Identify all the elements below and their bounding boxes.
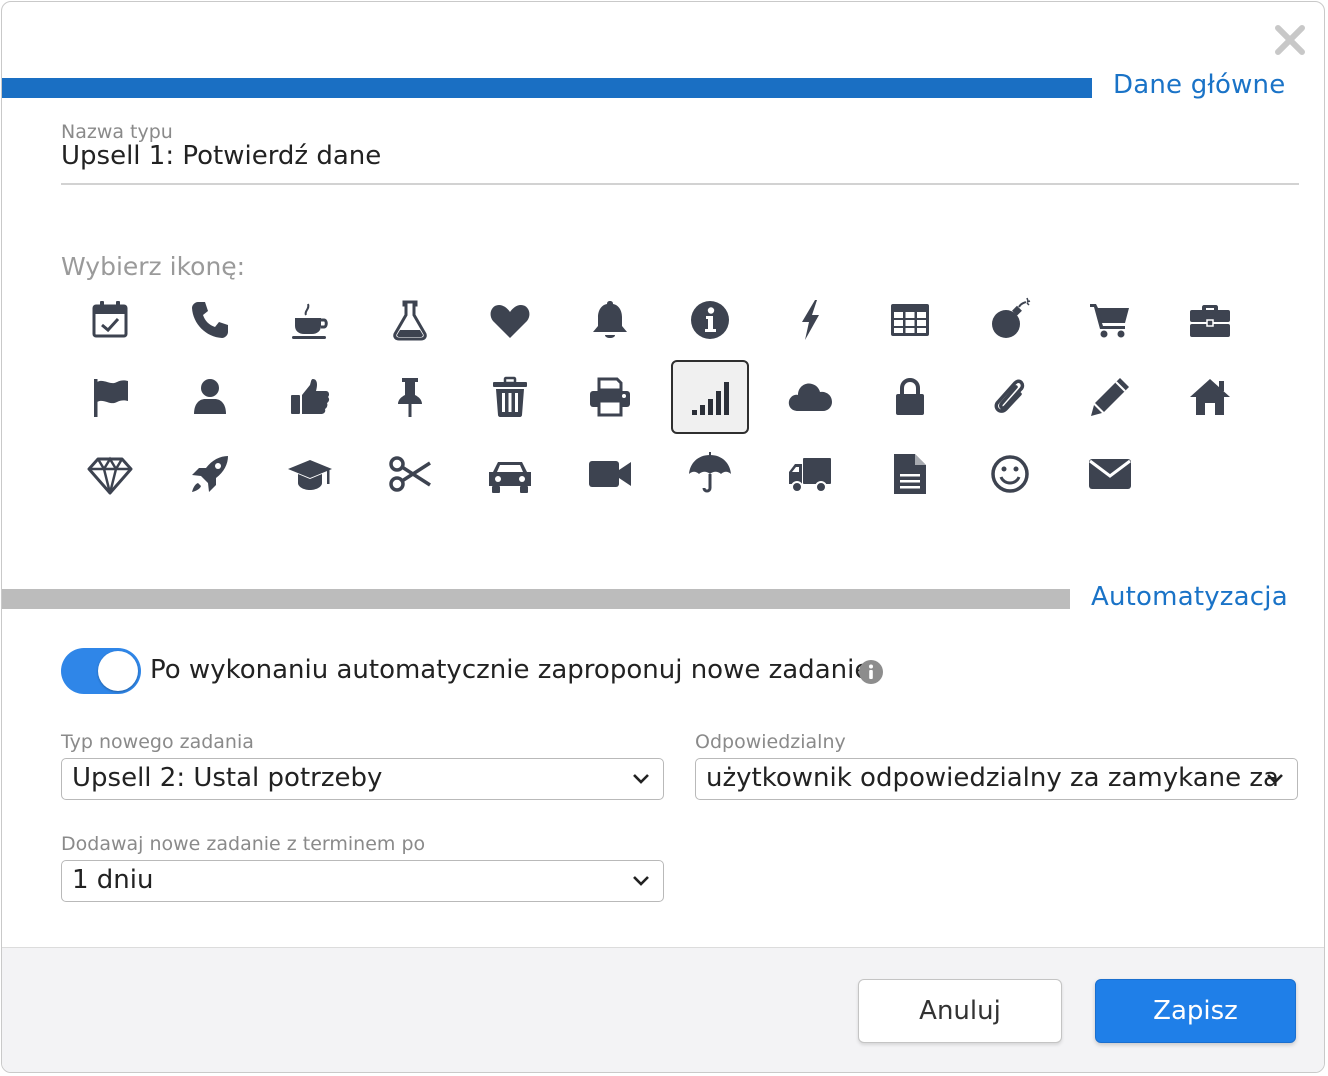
umbrella-icon xyxy=(689,452,731,493)
bolt-icon xyxy=(802,300,819,340)
home-icon xyxy=(1190,379,1230,415)
icon-option[interactable] xyxy=(771,360,849,434)
icon-option[interactable] xyxy=(671,283,749,357)
icon-option[interactable] xyxy=(971,437,1049,511)
icon-option[interactable] xyxy=(1071,437,1149,511)
due-after-value: 1 dniu xyxy=(72,865,154,895)
icon-option[interactable] xyxy=(571,360,649,434)
thumbs-up-icon xyxy=(291,379,330,414)
task-type-dialog: Dane główne Nazwa typu Upsell 1: Potwier… xyxy=(1,1,1325,1073)
new-task-type-value: Upsell 2: Ustal potrzeby xyxy=(72,763,383,793)
name-field-underline xyxy=(61,183,1299,185)
main-section-title: Dane główne xyxy=(1113,70,1286,100)
main-section-bar xyxy=(2,78,1092,98)
video-camera-icon xyxy=(589,461,631,487)
close-icon[interactable] xyxy=(1272,22,1308,58)
icon-option[interactable] xyxy=(1071,360,1149,434)
heart-icon xyxy=(490,305,530,338)
table-icon xyxy=(891,304,929,336)
bomb-icon xyxy=(992,297,1031,338)
cloud-icon xyxy=(788,383,832,411)
icon-option[interactable] xyxy=(671,360,749,434)
due-after-label: Dodawaj nowe zadanie z terminem po xyxy=(61,833,426,855)
icon-option[interactable] xyxy=(371,437,449,511)
file-text-icon xyxy=(894,454,926,494)
icon-option[interactable] xyxy=(571,283,649,357)
icon-option[interactable] xyxy=(1171,283,1249,357)
phone-icon xyxy=(192,302,228,338)
icon-option[interactable] xyxy=(171,437,249,511)
icon-option[interactable] xyxy=(71,283,149,357)
icon-option[interactable] xyxy=(871,360,949,434)
calendar-check-icon xyxy=(92,301,128,338)
automation-section-bar xyxy=(2,589,1070,609)
name-field[interactable]: Upsell 1: Potwierdź dane xyxy=(61,141,381,171)
icon-option[interactable] xyxy=(471,360,549,434)
cancel-button[interactable]: Anuluj xyxy=(858,979,1062,1043)
info-icon[interactable] xyxy=(858,659,884,685)
truck-icon xyxy=(789,458,831,493)
responsible-label: Odpowiedzialny xyxy=(695,731,846,753)
chevron-down-icon xyxy=(633,774,649,784)
icon-option[interactable] xyxy=(971,283,1049,357)
info-circle-icon xyxy=(691,301,729,339)
icon-option[interactable] xyxy=(171,360,249,434)
name-field-label: Nazwa typu xyxy=(61,121,173,143)
briefcase-icon xyxy=(1190,305,1230,337)
rocket-icon xyxy=(192,456,228,492)
icon-option[interactable] xyxy=(471,283,549,357)
icon-option[interactable] xyxy=(271,437,349,511)
responsible-select[interactable]: użytkownik odpowiedzialny za zamykane za xyxy=(695,758,1298,800)
icon-option[interactable] xyxy=(771,437,849,511)
automation-section-title: Automatyzacja xyxy=(1091,582,1288,612)
bell-icon xyxy=(593,301,627,338)
smile-icon xyxy=(991,455,1029,493)
new-task-type-label: Typ nowego zadania xyxy=(61,731,254,753)
chevron-down-icon xyxy=(1267,774,1283,784)
save-button[interactable]: Zapisz xyxy=(1095,979,1296,1043)
paperclip-icon xyxy=(994,379,1025,413)
shopping-cart-icon xyxy=(1090,304,1129,338)
envelope-icon xyxy=(1089,459,1131,489)
icon-option[interactable] xyxy=(371,283,449,357)
auto-suggest-label: Po wykonaniu automatycznie zaproponuj no… xyxy=(150,655,871,685)
car-icon xyxy=(489,462,531,493)
icon-option[interactable] xyxy=(671,437,749,511)
flask-icon xyxy=(393,300,427,341)
icon-option[interactable] xyxy=(971,360,1049,434)
pencil-icon xyxy=(1091,378,1129,416)
diamond-icon xyxy=(87,456,133,495)
print-icon xyxy=(590,377,630,417)
icon-option[interactable] xyxy=(71,360,149,434)
icon-option[interactable] xyxy=(71,437,149,511)
responsible-value: użytkownik odpowiedzialny za zamykane za xyxy=(706,763,1279,793)
thumbtack-icon xyxy=(398,378,422,417)
icon-option[interactable] xyxy=(571,437,649,511)
trash-icon xyxy=(493,376,527,417)
icon-option[interactable] xyxy=(1171,360,1249,434)
graduation-cap-icon xyxy=(288,460,332,490)
scissors-icon xyxy=(389,456,431,492)
toggle-knob xyxy=(98,651,138,691)
icon-option[interactable] xyxy=(371,360,449,434)
icon-picker-label: Wybierz ikonę: xyxy=(61,252,246,281)
new-task-type-select[interactable]: Upsell 2: Ustal potrzeby xyxy=(61,758,664,800)
user-icon xyxy=(194,379,226,414)
icon-option[interactable] xyxy=(871,437,949,511)
chevron-down-icon xyxy=(633,876,649,886)
icon-option[interactable] xyxy=(1071,283,1149,357)
icon-option[interactable] xyxy=(471,437,549,511)
coffee-icon xyxy=(292,303,328,339)
due-after-select[interactable]: 1 dniu xyxy=(61,860,664,902)
icon-option[interactable] xyxy=(171,283,249,357)
icon-option[interactable] xyxy=(271,283,349,357)
flag-icon xyxy=(94,379,128,417)
icon-option[interactable] xyxy=(771,283,849,357)
lock-icon xyxy=(896,377,924,415)
icon-option[interactable] xyxy=(271,360,349,434)
auto-suggest-toggle[interactable] xyxy=(61,648,141,694)
icon-option[interactable] xyxy=(871,283,949,357)
signal-icon xyxy=(692,382,729,415)
